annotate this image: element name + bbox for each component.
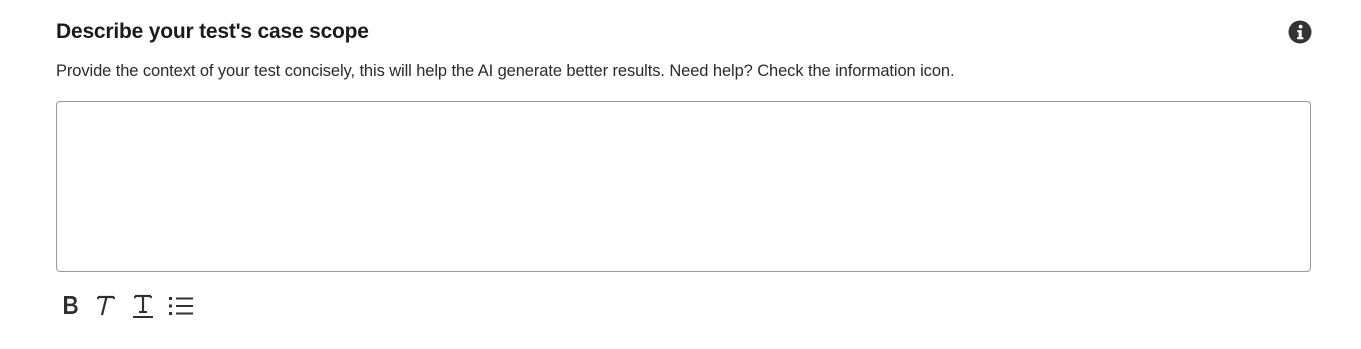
underline-button[interactable] — [128, 288, 158, 324]
list-icon — [169, 297, 193, 315]
bold-button[interactable] — [56, 288, 86, 324]
case-scope-editor[interactable] — [56, 101, 1311, 272]
underline-icon — [133, 294, 153, 318]
bold-icon — [64, 296, 78, 314]
section-description: Provide the context of your test concise… — [56, 62, 955, 80]
test-case-scope-section: Describe your test's case scope Provide … — [0, 0, 1361, 349]
italic-icon — [97, 295, 115, 316]
info-icon[interactable] — [1288, 20, 1312, 44]
bulleted-list-button[interactable] — [166, 288, 196, 324]
formatting-toolbar — [56, 288, 196, 324]
italic-button[interactable] — [90, 288, 120, 324]
section-title: Describe your test's case scope — [56, 20, 369, 43]
